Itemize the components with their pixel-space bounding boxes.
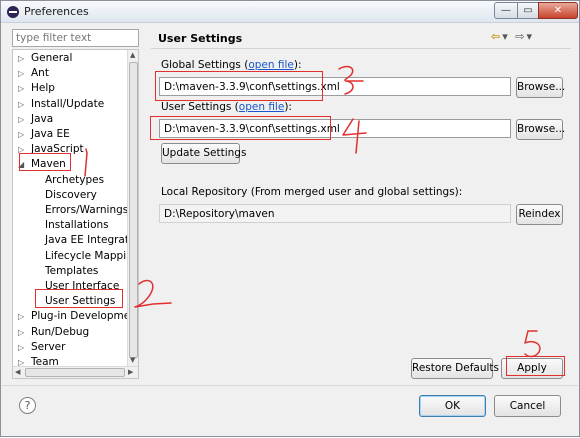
preferences-window: Preferences — ▭ ✕ ▷Team▷Server▷Run/Debug… [0, 0, 580, 437]
tree-item-label: Java EE [31, 128, 70, 140]
collapsed-arrow-icon[interactable]: ▷ [18, 127, 26, 142]
collapsed-arrow-icon[interactable]: ▷ [18, 340, 26, 355]
user-browse-button[interactable]: Browse... [516, 119, 565, 140]
tree-item-label: Help [31, 82, 55, 95]
tree-horizontal-scroll-thumb[interactable] [25, 368, 125, 377]
tree-item-label: General [31, 52, 73, 64]
tree-horizontal-scrollbar[interactable]: ◀ ▶ [13, 366, 138, 378]
tree-item-label: Java [31, 112, 54, 125]
local-repository-field: D:\Repository\maven [159, 204, 511, 223]
page-title: User Settings [158, 32, 243, 45]
annotation-box-global-settings [155, 71, 323, 101]
eclipse-icon [7, 6, 19, 18]
scroll-right-icon[interactable]: ▶ [128, 368, 133, 376]
filter-input[interactable] [12, 29, 139, 47]
user-settings-label: User Settings (open file): [161, 101, 292, 113]
annotation-5-stroke [524, 330, 541, 358]
tree-item-label: Lifecycle Mapping [45, 249, 139, 262]
header-divider [151, 48, 571, 49]
scroll-down-icon[interactable]: ▼ [130, 356, 135, 364]
tree-item-label: Errors/Warnings [45, 204, 129, 216]
collapsed-arrow-icon[interactable]: ▷ [18, 325, 26, 340]
window-title: Preferences [24, 5, 89, 18]
minimize-button[interactable]: — [494, 2, 518, 19]
user-open-file-link[interactable]: open file [239, 101, 285, 113]
collapsed-arrow-icon[interactable]: ▷ [18, 112, 26, 127]
cancel-button[interactable]: Cancel [494, 395, 561, 417]
back-dropdown-icon[interactable]: ▾ [502, 30, 510, 43]
annotation-2-stroke [134, 279, 172, 308]
tree-item-label: Templates [45, 264, 99, 277]
global-browse-button[interactable]: Browse... [516, 77, 565, 98]
reindex-button[interactable]: Reindex [516, 204, 563, 225]
annotation-box-user-settings [35, 289, 123, 308]
tree-item-label: Install/Update [31, 97, 105, 110]
annotation-box-apply [506, 356, 565, 376]
forward-dropdown-icon[interactable]: ▾ [526, 30, 534, 43]
tree-vertical-scrollbar[interactable]: ▲ ▼ [127, 50, 138, 366]
tree-item-label: Archetypes [45, 173, 105, 186]
footer-divider [2, 385, 578, 386]
nav-toolbar: ⇦▾ ⇨▾ [491, 30, 534, 43]
ok-button[interactable]: OK [419, 395, 486, 417]
back-arrow-icon[interactable]: ⇦ [491, 30, 502, 43]
tree-item-label: Java EE Integration [45, 234, 139, 247]
tree-item-label: Server [31, 340, 66, 353]
preference-tree: ▷ Team ▷ Server ▷ Run/Debug ▷ Plug-in Developme… [12, 49, 139, 379]
collapsed-arrow-icon[interactable]: ▷ [18, 309, 26, 324]
tree-item-label: Run/Debug [31, 325, 90, 338]
tree-item-label: Installations [45, 219, 109, 232]
collapsed-arrow-icon[interactable]: ▷ [18, 66, 26, 81]
scroll-left-icon[interactable]: ◀ [15, 368, 20, 376]
annotation-box-maven [19, 153, 71, 171]
help-icon[interactable]: ? [19, 397, 36, 414]
collapsed-arrow-icon[interactable]: ▷ [18, 51, 26, 66]
global-open-file-link[interactable]: open file [248, 59, 294, 71]
global-settings-label: Global Settings (open file): [161, 59, 302, 71]
restore-defaults-button[interactable]: Restore Defaults [411, 358, 499, 379]
local-repository-label: Local Repository (From merged user and g… [161, 186, 463, 198]
annotation-box-user-settings-field [150, 116, 331, 140]
scroll-up-icon[interactable]: ▲ [130, 51, 135, 59]
forward-arrow-icon[interactable]: ⇨ [515, 30, 526, 43]
collapsed-arrow-icon[interactable]: ▷ [18, 81, 26, 96]
tree-item-label: Plug-in Development [31, 310, 139, 323]
tree-vertical-scroll-thumb[interactable] [129, 62, 138, 358]
tree-item-label: Ant [31, 67, 49, 80]
update-settings-button[interactable]: Update Settings [161, 143, 246, 164]
tree-item-label: Discovery [45, 188, 97, 201]
collapsed-arrow-icon[interactable]: ▷ [18, 97, 26, 112]
maximize-button[interactable]: ▭ [517, 2, 539, 19]
title-bar: Preferences — ▭ ✕ [1, 1, 579, 23]
close-button[interactable]: ✕ [538, 2, 578, 19]
